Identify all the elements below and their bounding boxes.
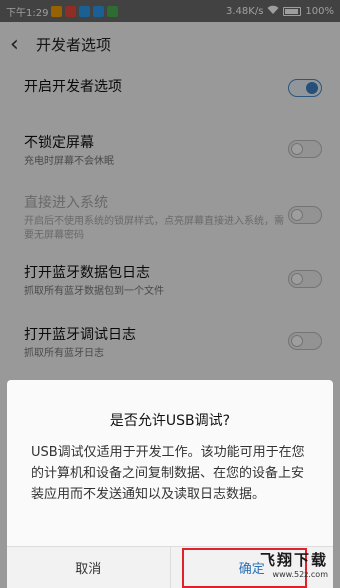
watermark-logo: 飞翔下载 [259,551,328,569]
dialog-message: USB调试仅适用于开发工作。该功能可用于在您的计算机和设备之间复制数据、在您的设… [31,445,305,502]
cancel-button[interactable]: 取消 [7,547,170,588]
dialog-title: 是否允许USB调试? [109,413,231,429]
watermark-url: www.52z.com [272,570,328,579]
site-watermark: 飞翔下载 www.52z.com [228,549,328,583]
